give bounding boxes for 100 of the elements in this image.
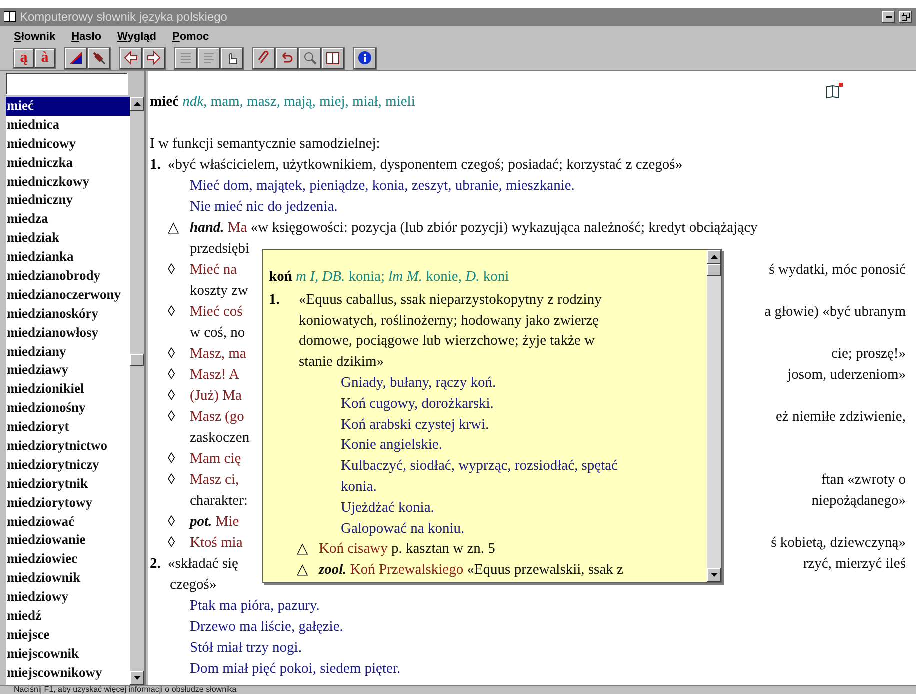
status-text: Naciśnij F1, aby uzyskać więcej informacji o obsłudze słownika — [14, 686, 238, 694]
menu-item[interactable]: Hasło — [72, 31, 102, 43]
word-list-item[interactable]: miednica — [6, 116, 130, 135]
word-list-item[interactable]: miedziorytowy — [6, 494, 130, 513]
word-list-item[interactable]: miejscownikowy — [6, 664, 130, 683]
word-list-item[interactable]: miejsce — [6, 626, 130, 645]
word-list-item[interactable]: miedziany — [6, 342, 130, 362]
word-list-item[interactable]: miedzionośny — [6, 399, 130, 418]
entry-text: «Equus przewalskii, ssak z — [466, 561, 624, 580]
example-text: Drzewo ma liście, gałęzie. — [190, 618, 344, 637]
word-list-item[interactable]: miedzionikiel — [6, 380, 130, 400]
scroll-down-icon[interactable] — [710, 573, 718, 577]
minimize-button[interactable] — [882, 11, 895, 23]
scroll-thumb[interactable] — [130, 354, 144, 366]
entry-text: charakter: — [190, 492, 248, 511]
example-text: Mieć dom, majątek, pieniądze, konia, zeszyt, ubranie, mieszkanie. — [190, 177, 575, 196]
entry-text: «być właścicielem, użytkownikiem, dysponentem czegoś; posiadać; korzystać z czegoś» — [168, 156, 683, 175]
scroll-down-icon[interactable] — [134, 676, 140, 680]
word-list-item[interactable]: miedziorytnictwo — [6, 437, 130, 456]
entry-text: Ktoś mia — [190, 534, 243, 553]
restore-button[interactable] — [899, 11, 912, 23]
entry-text: koniowatych, roślinożerny; hodowany jako zwierzę — [299, 312, 599, 331]
word-list-item[interactable]: miedniczka — [6, 154, 130, 173]
grammar-label: hand. — [190, 219, 224, 238]
entry-text: rzyć, mierzyć ileś — [803, 555, 906, 574]
word-list-item[interactable]: miedziawy — [6, 361, 130, 380]
word-list-item[interactable]: mieć — [6, 97, 130, 116]
example-text: Gniady, bułany, rączy koń. — [341, 374, 496, 393]
entry-text: josom, uderzeniom» — [788, 366, 906, 385]
app-book-icon — [4, 11, 16, 23]
word-list-item[interactable]: miedziownik — [6, 569, 130, 588]
entry-text: przedsiębi — [190, 240, 250, 259]
magnifier-icon[interactable] — [303, 51, 317, 65]
grammar-label: zool. — [319, 561, 347, 580]
word-list-item[interactable]: miedziowiec — [6, 550, 130, 570]
word-list-item[interactable]: miednicowy — [6, 134, 130, 154]
phrase-marker: △ — [297, 540, 310, 560]
back-arrow-icon[interactable] — [124, 51, 138, 65]
phrase-marker: ◊ — [168, 261, 176, 280]
entry-text: eż niemiłe zdziwienie, — [776, 408, 906, 427]
entry-text: Ma — [226, 219, 248, 238]
word-list-item[interactable]: miedzianka — [6, 248, 130, 268]
word-list-item[interactable]: miedź — [6, 607, 130, 626]
forward-arrow-icon[interactable] — [147, 51, 161, 65]
entry-text: , mam, masz, mają, miej, miał, mieli — [204, 93, 416, 112]
word-list-item[interactable]: miedziowy — [6, 588, 130, 608]
word-list-item[interactable]: miejscownik — [6, 644, 130, 664]
word-list-item[interactable]: miedziorytnik — [6, 474, 130, 494]
word-list-item[interactable]: miedzianoczerwony — [6, 286, 130, 305]
word-list-item[interactable]: miedzianowłosy — [6, 324, 130, 343]
book-icon[interactable] — [326, 51, 340, 65]
word-list-item[interactable]: miedziak — [6, 229, 130, 248]
word-list-item[interactable]: miedzianobrody — [6, 267, 130, 286]
entry-text: w coś, no — [190, 324, 246, 343]
entry-text: czegoś» — [170, 576, 217, 595]
word-list-item[interactable]: miedniczkowy — [6, 172, 130, 192]
phrase-marker: ◊ — [168, 408, 176, 427]
entry-text: domowe, pociągowe lub wierzchowe; żyje także w — [299, 332, 595, 352]
example-text: Koń arabski czystej krwi. — [341, 416, 490, 435]
entry-text: Masz, ma — [190, 345, 246, 364]
example-text: Koń cugowy, dorożkarski. — [341, 394, 494, 414]
grammar-label: D. — [466, 268, 480, 287]
word-list-item[interactable]: miedza — [6, 210, 130, 230]
entry-text: p. kasztan w zn. 5 — [390, 540, 496, 560]
entry-text: cie; proszę!» — [832, 345, 906, 364]
grammar-label: ndk — [182, 93, 204, 112]
example-text: Ptak ma pióra, pazury. — [190, 597, 320, 616]
word-list-item[interactable]: miedziować — [6, 512, 130, 532]
menu-item[interactable]: Pomoc — [172, 31, 210, 43]
entry-text: Masz! A — [190, 366, 240, 385]
sense-number: 1. — [269, 290, 281, 310]
menu-item[interactable]: Słownik — [14, 31, 56, 43]
example-text: Galopować na koniu. — [341, 520, 465, 539]
book-icon[interactable] — [826, 83, 844, 99]
pin-icon[interactable] — [92, 51, 106, 65]
info-icon[interactable] — [358, 51, 372, 65]
entry-text: zaskoczen — [190, 429, 250, 448]
word-list-item[interactable]: miedziowanie — [6, 531, 130, 550]
search-field[interactable] — [6, 73, 128, 95]
scroll-thumb[interactable] — [707, 264, 721, 276]
sense-number: 1. — [150, 156, 162, 175]
entry-text: Masz ci, — [190, 471, 240, 490]
undo-icon[interactable] — [280, 51, 294, 65]
phrase-marker: ◊ — [168, 366, 176, 385]
scrollbar[interactable] — [707, 250, 721, 582]
word-list-item[interactable]: miedzianoskóry — [6, 304, 130, 324]
triangle-icon[interactable] — [69, 51, 83, 65]
entry-text: (Już) Ma — [190, 387, 242, 406]
phrase-marker: ◊ — [168, 471, 176, 490]
menu-item[interactable]: Wygląd — [118, 31, 156, 43]
example-text: Dom miał pięć pokoi, siedem pięter. — [190, 660, 401, 679]
paperclip-icon[interactable] — [257, 51, 271, 65]
headword: koń — [269, 268, 292, 287]
scrollbar[interactable] — [130, 97, 144, 685]
scroll-up-icon[interactable] — [710, 255, 718, 259]
word-list-item[interactable]: miedniczny — [6, 191, 130, 210]
phrase-marker: ◊ — [168, 387, 176, 406]
word-list-item[interactable]: miedziorytniczy — [6, 456, 130, 475]
word-list-item[interactable]: miedzioryt — [6, 418, 130, 438]
scroll-up-icon[interactable] — [134, 102, 140, 106]
